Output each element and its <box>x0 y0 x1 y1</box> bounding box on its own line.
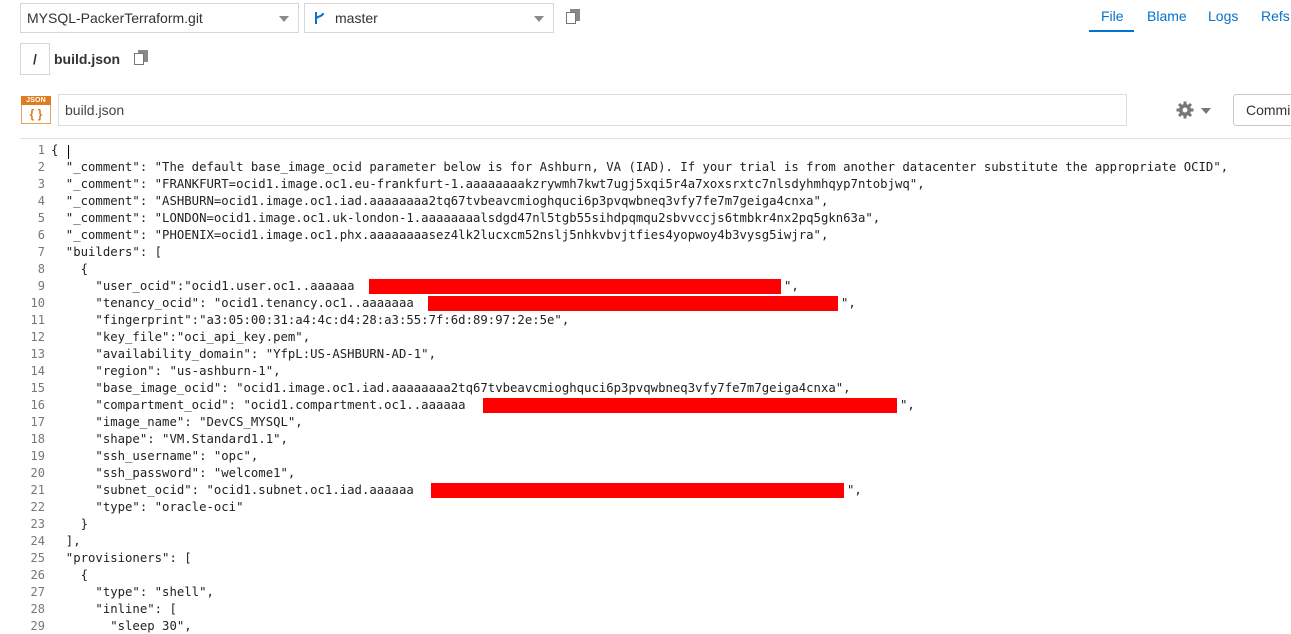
code-line: "availability_domain": "YfpL:US-ASHBURN-… <box>51 347 436 361</box>
line-number: 17 <box>30 415 45 429</box>
gear-icon[interactable] <box>1176 101 1194 119</box>
copy-icon[interactable] <box>566 9 582 27</box>
redaction-block <box>483 398 897 413</box>
breadcrumb-file: build.json <box>54 51 121 67</box>
code-line: "provisioners": [ <box>51 551 192 565</box>
redaction-block <box>369 279 781 294</box>
code-line: "sleep 30", <box>51 619 192 633</box>
text-cursor <box>68 145 69 159</box>
code-line: "compartment_ocid": "ocid1.compartment.o… <box>51 398 466 412</box>
tab-file[interactable]: File <box>1101 8 1124 24</box>
line-number: 21 <box>30 483 45 497</box>
breadcrumb-root[interactable]: / <box>20 43 50 75</box>
code-line-tail: ", <box>847 483 862 497</box>
code-line: "region": "us-ashburn-1", <box>51 364 281 378</box>
code-line: "_comment": "ASHBURN=ocid1.image.oc1.iad… <box>51 194 829 208</box>
chevron-down-icon <box>279 16 289 22</box>
line-number: 13 <box>30 347 45 361</box>
code-line-tail: ", <box>784 279 799 293</box>
line-number: 28 <box>30 602 45 616</box>
json-badge-label: JSON <box>21 96 51 105</box>
line-number: 9 <box>37 279 45 293</box>
tab-logs[interactable]: Logs <box>1208 8 1238 24</box>
commit-button-label: Commi <box>1246 102 1291 118</box>
code-line: } <box>51 517 89 531</box>
line-number: 5 <box>37 211 45 225</box>
redaction-block <box>428 296 838 311</box>
line-number: 25 <box>30 551 45 565</box>
code-line: "_comment": "PHOENIX=ocid1.image.oc1.phx… <box>51 228 829 242</box>
line-number: 23 <box>30 517 45 531</box>
line-number: 2 <box>37 160 45 174</box>
line-number: 10 <box>30 296 45 310</box>
chevron-down-icon[interactable] <box>1201 108 1211 114</box>
line-number: 18 <box>30 432 45 446</box>
code-line: { <box>51 143 59 157</box>
line-number: 8 <box>37 262 45 276</box>
redaction-block <box>431 483 844 498</box>
code-line: "user_ocid":"ocid1.user.oc1..aaaaaa <box>51 279 355 293</box>
code-line: "type": "oracle-oci" <box>51 500 244 514</box>
code-line: "key_file":"oci_api_key.pem", <box>51 330 311 344</box>
code-editor[interactable]: 1 {2 "_comment": "The default base_image_… <box>20 138 1291 634</box>
line-number: 27 <box>30 585 45 599</box>
code-line: "image_name": "DevCS_MYSQL", <box>51 415 303 429</box>
branch-icon <box>315 12 324 24</box>
code-line: "base_image_ocid": "ocid1.image.oc1.iad.… <box>51 381 851 395</box>
code-line: "tenancy_ocid": "ocid1.tenancy.oc1..aaaa… <box>51 296 414 310</box>
code-line: "builders": [ <box>51 245 163 259</box>
branch-select[interactable]: master <box>304 3 554 33</box>
code-line: "ssh_password": "welcome1", <box>51 466 296 480</box>
repository-select[interactable]: MYSQL-PackerTerraform.git <box>20 3 299 33</box>
line-number: 4 <box>37 194 45 208</box>
code-line: { <box>51 262 89 276</box>
code-line: { <box>51 568 89 582</box>
code-line: "ssh_username": "opc", <box>51 449 259 463</box>
line-number: 20 <box>30 466 45 480</box>
line-number: 15 <box>30 381 45 395</box>
line-number: 1 <box>37 143 45 157</box>
code-line: "_comment": "LONDON=ocid1.image.oc1.uk-l… <box>51 211 881 225</box>
line-number: 7 <box>37 245 45 259</box>
line-number: 19 <box>30 449 45 463</box>
line-number: 24 <box>30 534 45 548</box>
line-number: 11 <box>30 313 45 327</box>
line-number: 12 <box>30 330 45 344</box>
line-number: 6 <box>37 228 45 242</box>
code-line: "fingerprint":"a3:05:00:31:a4:4c:d4:28:a… <box>51 313 570 327</box>
code-line: "inline": [ <box>51 602 177 616</box>
breadcrumb: / build.json <box>20 42 1291 76</box>
commit-button[interactable]: Commi <box>1233 94 1291 126</box>
line-number: 29 <box>30 619 45 633</box>
line-number: 3 <box>37 177 45 191</box>
line-number: 22 <box>30 500 45 514</box>
code-line: "subnet_ocid": "ocid1.subnet.oc1.iad.aaa… <box>51 483 414 497</box>
active-tab-indicator <box>1089 30 1134 32</box>
code-line-tail: ", <box>900 398 915 412</box>
code-line: "type": "shell", <box>51 585 214 599</box>
file-path-input[interactable]: build.json <box>58 94 1127 126</box>
repository-select-value: MYSQL-PackerTerraform.git <box>27 10 203 26</box>
chevron-down-icon <box>534 16 544 22</box>
code-line: "_comment": "FRANKFURT=ocid1.image.oc1.e… <box>51 177 925 191</box>
json-file-icon: JSON { } <box>21 96 51 126</box>
file-path-value: build.json <box>65 102 125 118</box>
line-number: 16 <box>30 398 45 412</box>
code-line: "shape": "VM.Standard1.1", <box>51 432 288 446</box>
copy-icon[interactable] <box>134 50 150 68</box>
code-line: "_comment": "The default base_image_ocid… <box>51 160 1229 174</box>
branch-select-value: master <box>335 10 378 26</box>
code-line: ], <box>51 534 81 548</box>
line-number: 26 <box>30 568 45 582</box>
code-line-tail: ", <box>841 296 856 310</box>
tab-blame[interactable]: Blame <box>1147 8 1187 24</box>
json-badge-braces: { } <box>21 105 51 124</box>
line-number: 14 <box>30 364 45 378</box>
tab-refs[interactable]: Refs <box>1261 8 1290 24</box>
